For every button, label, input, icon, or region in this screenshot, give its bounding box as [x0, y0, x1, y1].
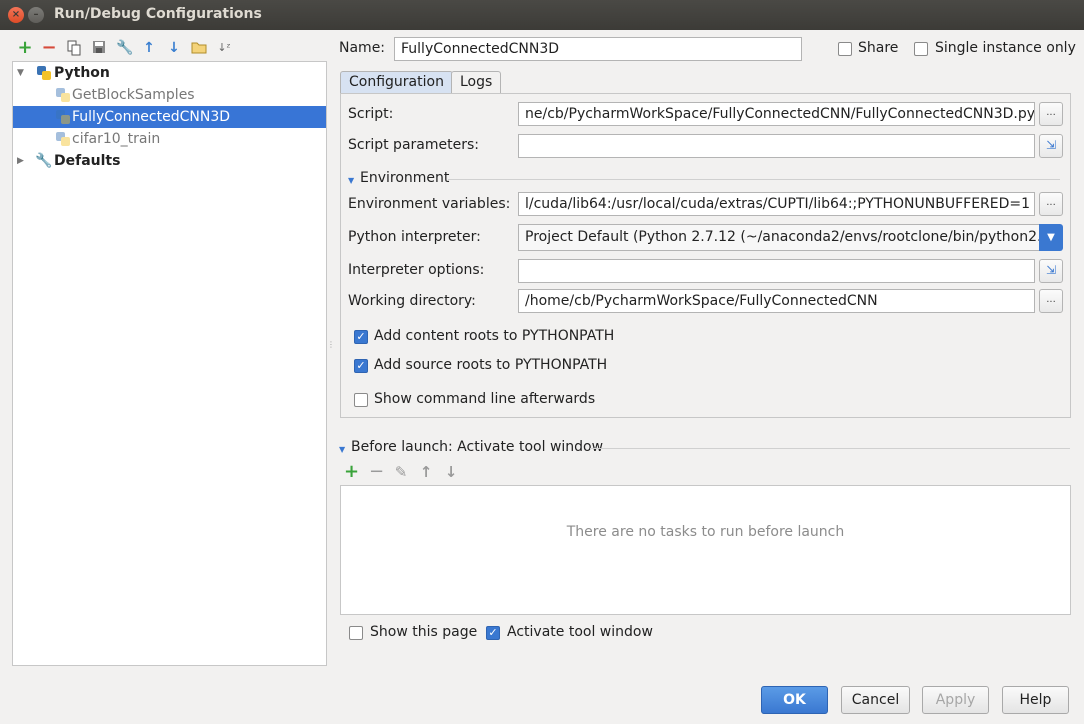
- add-icon[interactable]: +: [17, 39, 33, 57]
- script-label: Script:: [348, 106, 394, 122]
- wrench-icon: 🔧: [35, 153, 53, 169]
- cancel-button[interactable]: Cancel: [841, 686, 910, 714]
- before-launch-collapse-icon[interactable]: ▼: [339, 445, 345, 454]
- single-instance-checkbox[interactable]: [914, 42, 928, 56]
- arrow-up-icon[interactable]: ↑: [141, 40, 157, 56]
- single-instance-label: Single instance only: [935, 40, 1076, 56]
- folder-icon[interactable]: [191, 40, 207, 56]
- python-file-icon: [56, 132, 70, 146]
- python-interpreter-label: Python interpreter:: [348, 229, 481, 245]
- configuration-tree: ▼ Python GetBlockSamples FullyConnectedC…: [12, 61, 327, 666]
- environment-collapse-icon[interactable]: ▼: [348, 176, 354, 185]
- interpreter-options-field[interactable]: [518, 259, 1035, 283]
- empty-tasks-message: There are no tasks to run before launch: [566, 524, 845, 540]
- before-launch-task-list: There are no tasks to run before launch: [340, 485, 1071, 615]
- remove-task-icon[interactable]: −: [369, 463, 384, 481]
- tree-node-python[interactable]: ▼ Python: [13, 62, 326, 84]
- interpreter-options-label: Interpreter options:: [348, 262, 485, 278]
- python-interpreter-select[interactable]: Project Default (Python 2.7.12 (~/anacon…: [518, 224, 1040, 251]
- minimize-window-button[interactable]: –: [28, 7, 44, 23]
- show-command-line-checkbox[interactable]: [354, 393, 368, 407]
- name-field[interactable]: FullyConnectedCNN3D: [394, 37, 802, 61]
- environment-variables-label: Environment variables:: [348, 196, 511, 212]
- add-task-icon[interactable]: +: [344, 463, 359, 481]
- add-content-roots-label: Add content roots to PYTHONPATH: [374, 328, 615, 344]
- show-command-line-label: Show command line afterwards: [374, 391, 596, 407]
- python-file-icon: [56, 110, 70, 124]
- edit-environment-button[interactable]: ...: [1039, 192, 1063, 216]
- tree-item-cifar10-train[interactable]: cifar10_train: [13, 128, 326, 150]
- python-icon: [37, 66, 51, 80]
- show-this-page-checkbox[interactable]: [349, 626, 363, 640]
- wrench-icon[interactable]: 🔧: [116, 40, 133, 56]
- ok-button[interactable]: OK: [761, 686, 828, 714]
- browse-script-button[interactable]: ...: [1039, 102, 1063, 126]
- sort-icon[interactable]: ↓ᶻ: [216, 40, 232, 56]
- apply-button[interactable]: Apply: [922, 686, 989, 714]
- show-this-page-label: Show this page: [370, 624, 478, 640]
- environment-header: Environment: [360, 170, 450, 186]
- copy-icon[interactable]: [66, 40, 82, 56]
- share-checkbox[interactable]: [838, 42, 852, 56]
- tree-item-getblocksamples[interactable]: GetBlockSamples: [13, 84, 326, 106]
- tree-label-defaults: Defaults: [54, 153, 121, 169]
- add-content-roots-checkbox[interactable]: ✓: [354, 330, 368, 344]
- move-task-up-icon[interactable]: ↑: [419, 465, 433, 480]
- remove-icon[interactable]: −: [41, 39, 57, 57]
- arrow-down-icon[interactable]: ↓: [166, 40, 182, 56]
- section-divider: [590, 448, 1070, 449]
- python-file-icon: [56, 88, 70, 102]
- close-window-button[interactable]: ×: [8, 7, 24, 23]
- tree-item-label: cifar10_train: [72, 131, 161, 147]
- expand-field-icon[interactable]: ⇲: [1039, 259, 1063, 283]
- window-title: Run/Debug Configurations: [54, 6, 262, 22]
- edit-task-icon[interactable]: ✎: [394, 465, 408, 480]
- tree-label-python: Python: [54, 65, 110, 81]
- add-source-roots-label: Add source roots to PYTHONPATH: [374, 357, 608, 373]
- add-source-roots-checkbox[interactable]: ✓: [354, 359, 368, 373]
- script-parameters-field[interactable]: [518, 134, 1035, 158]
- browse-working-directory-button[interactable]: ...: [1039, 289, 1063, 313]
- working-directory-field[interactable]: /home/cb/PycharmWorkSpace/FullyConnected…: [518, 289, 1035, 313]
- tab-configuration[interactable]: Configuration: [340, 71, 453, 94]
- help-button[interactable]: Help: [1002, 686, 1069, 714]
- tree-node-defaults[interactable]: ▶ 🔧 Defaults: [13, 150, 326, 172]
- tab-logs[interactable]: Logs: [451, 71, 502, 94]
- name-label: Name:: [339, 40, 386, 56]
- section-divider: [448, 179, 1060, 180]
- script-field[interactable]: ne/cb/PycharmWorkSpace/FullyConnectedCNN…: [518, 102, 1035, 126]
- environment-variables-field[interactable]: l/cuda/lib64:/usr/local/cuda/extras/CUPT…: [518, 192, 1035, 216]
- tree-item-label: GetBlockSamples: [72, 87, 195, 103]
- tree-item-label: FullyConnectedCNN3D: [72, 109, 231, 125]
- collapse-arrow-icon[interactable]: ▶: [17, 150, 24, 172]
- title-bar: × – Run/Debug Configurations: [0, 0, 1084, 30]
- activate-tool-window-label: Activate tool window: [507, 624, 653, 640]
- save-icon[interactable]: [91, 40, 107, 56]
- activate-tool-window-checkbox[interactable]: ✓: [486, 626, 500, 640]
- script-parameters-label: Script parameters:: [348, 137, 479, 153]
- chevron-down-icon[interactable]: ▼: [1039, 224, 1063, 251]
- before-launch-header: Before launch: Activate tool window: [351, 439, 604, 455]
- splitter-handle[interactable]: ⋮: [327, 341, 335, 357]
- expand-arrow-icon[interactable]: ▼: [17, 62, 24, 84]
- tree-item-fullyconnectedcnn3d[interactable]: FullyConnectedCNN3D: [13, 106, 326, 128]
- share-label: Share: [858, 40, 899, 56]
- expand-field-icon[interactable]: ⇲: [1039, 134, 1063, 158]
- working-directory-label: Working directory:: [348, 293, 476, 309]
- move-task-down-icon[interactable]: ↓: [444, 465, 458, 480]
